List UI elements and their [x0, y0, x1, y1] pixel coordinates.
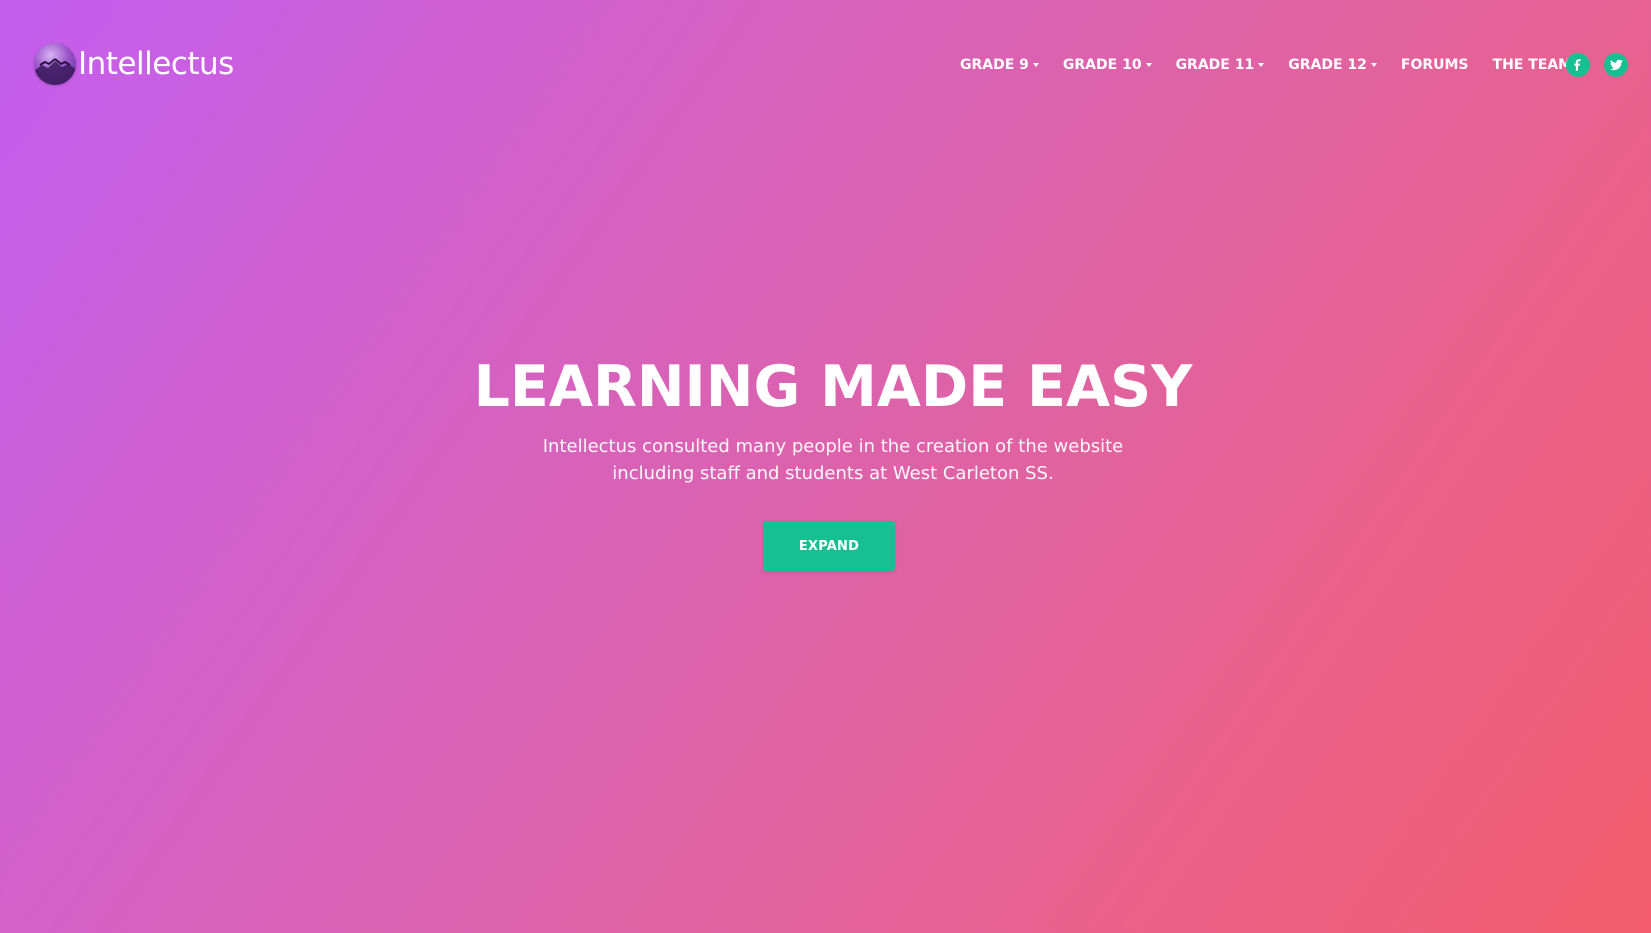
hero-section: LEARNING MADE EASY Intellectus consulted… [0, 0, 1651, 933]
nav-grade-10[interactable]: GRADE 10 [1063, 57, 1152, 73]
mountain-sunset-logo-icon [34, 43, 76, 85]
nav-grade-11-label: GRADE 11 [1175, 57, 1255, 73]
twitter-icon [1609, 59, 1623, 71]
site-header: Intellectus GRADE 9 GRADE 10 GRADE 11 GR… [0, 0, 1651, 130]
hero-subtitle-line-2: including staff and students at West Car… [612, 463, 1054, 484]
hero-subtitle-line-1: Intellectus consulted many people in the… [542, 436, 1124, 457]
caret-down-icon [1032, 62, 1039, 67]
nav-forums-label: FORUMS [1400, 57, 1469, 73]
nav-forums[interactable]: FORUMS [1401, 57, 1469, 73]
social-links [1566, 53, 1642, 77]
expand-button[interactable]: EXPAND [763, 521, 895, 571]
caret-down-icon [1370, 62, 1377, 67]
nav-grade-9-label: GRADE 9 [960, 57, 1029, 73]
main-nav: GRADE 9 GRADE 10 GRADE 11 GRADE 12 FORUM… [960, 52, 1596, 78]
nav-the-team[interactable]: THE TEAM [1493, 57, 1573, 73]
nav-grade-10-label: GRADE 10 [1062, 57, 1142, 73]
facebook-button[interactable] [1566, 53, 1590, 77]
nav-grade-11[interactable]: GRADE 11 [1176, 57, 1265, 73]
caret-down-icon [1258, 62, 1265, 67]
hero-title: LEARNING MADE EASY [473, 354, 1193, 420]
nav-grade-9[interactable]: GRADE 9 [960, 57, 1039, 73]
nav-grade-12-label: GRADE 12 [1288, 57, 1367, 73]
hero-subtitle: Intellectus consulted many people in the… [0, 433, 1651, 487]
brand-name: Intellectus [78, 46, 234, 82]
caret-down-icon [1145, 62, 1152, 67]
twitter-button[interactable] [1604, 53, 1628, 77]
nav-grade-12[interactable]: GRADE 12 [1288, 57, 1377, 73]
brand-logo[interactable]: Intellectus [34, 43, 234, 85]
facebook-icon [1574, 59, 1581, 71]
nav-the-team-label: THE TEAM [1492, 57, 1573, 73]
